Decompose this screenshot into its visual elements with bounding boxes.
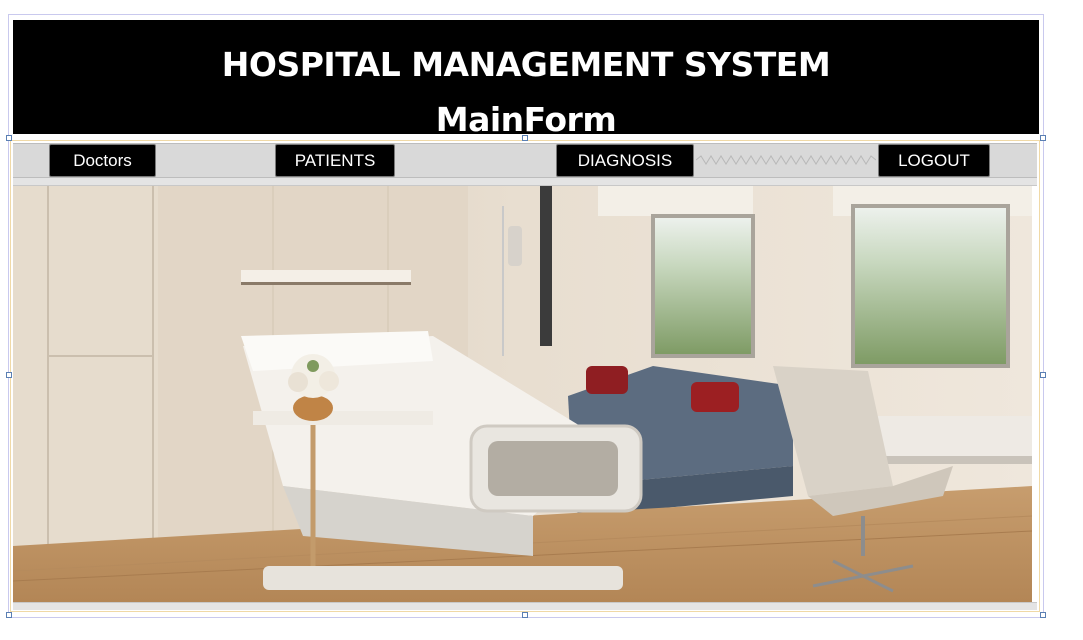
resize-handle-top-left[interactable]: [6, 135, 12, 141]
patients-button[interactable]: PATIENTS: [275, 144, 395, 177]
resize-handle-middle-right[interactable]: [1040, 372, 1046, 378]
hospital-room-illustration: [13, 186, 1032, 602]
resize-handle-top-center[interactable]: [522, 135, 528, 141]
resize-handle-bottom-left[interactable]: [6, 612, 12, 618]
resize-handle-top-right[interactable]: [1040, 135, 1046, 141]
form-name: MainForm: [435, 100, 617, 139]
bottom-separator: [13, 602, 1037, 610]
resize-handle-bottom-right[interactable]: [1040, 612, 1046, 618]
header-panel: HOSPITAL MANAGEMENT SYSTEM MainForm: [13, 20, 1039, 139]
doctors-button[interactable]: Doctors: [49, 144, 156, 177]
resize-zigzag-marker: [696, 155, 876, 165]
resize-handle-bottom-center[interactable]: [522, 612, 528, 618]
menu-separator: [13, 178, 1037, 186]
page-title: HOSPITAL MANAGEMENT SYSTEM: [221, 45, 831, 84]
hospital-room-image: [13, 186, 1032, 602]
logout-button[interactable]: LOGOUT: [878, 144, 990, 177]
resize-handle-middle-left[interactable]: [6, 372, 12, 378]
diagnosis-button[interactable]: DIAGNOSIS: [556, 144, 694, 177]
